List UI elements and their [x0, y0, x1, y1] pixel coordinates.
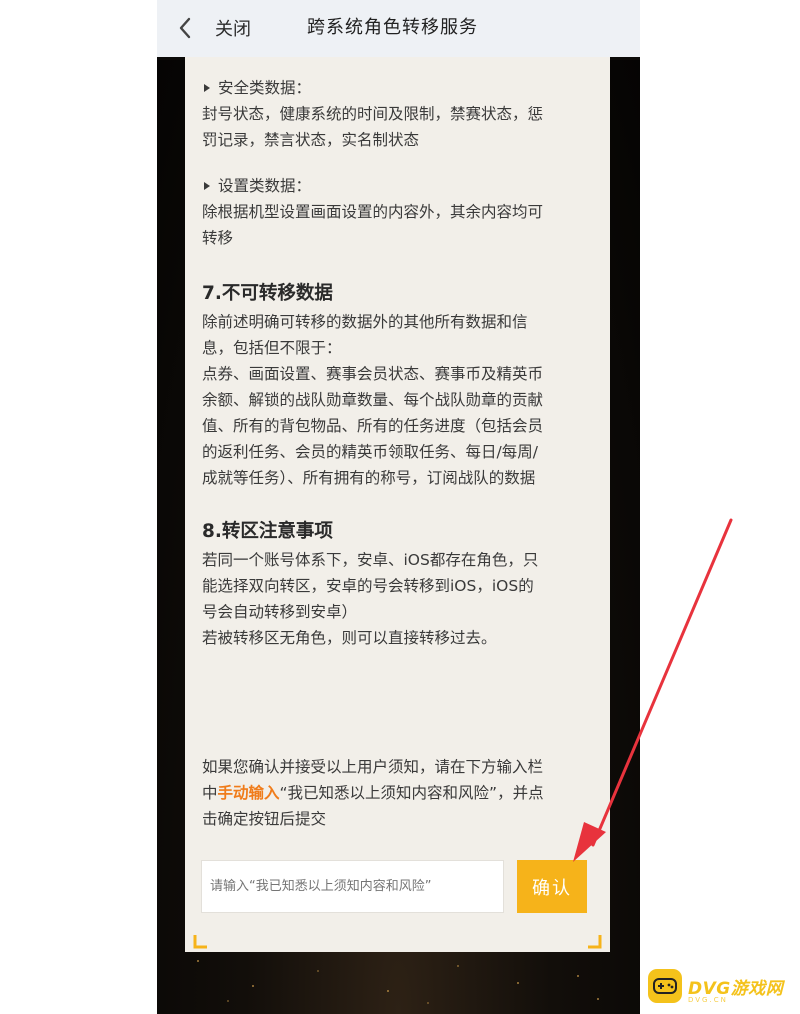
- watermark-text: DVG游戏网: [688, 978, 784, 999]
- annotation-arrow: [573, 518, 733, 862]
- watermark-subtext: DVG.CN: [688, 996, 728, 1004]
- site-watermark: DVG游戏网 DVG.CN: [648, 966, 783, 1006]
- gamepad-icon: [648, 969, 682, 1003]
